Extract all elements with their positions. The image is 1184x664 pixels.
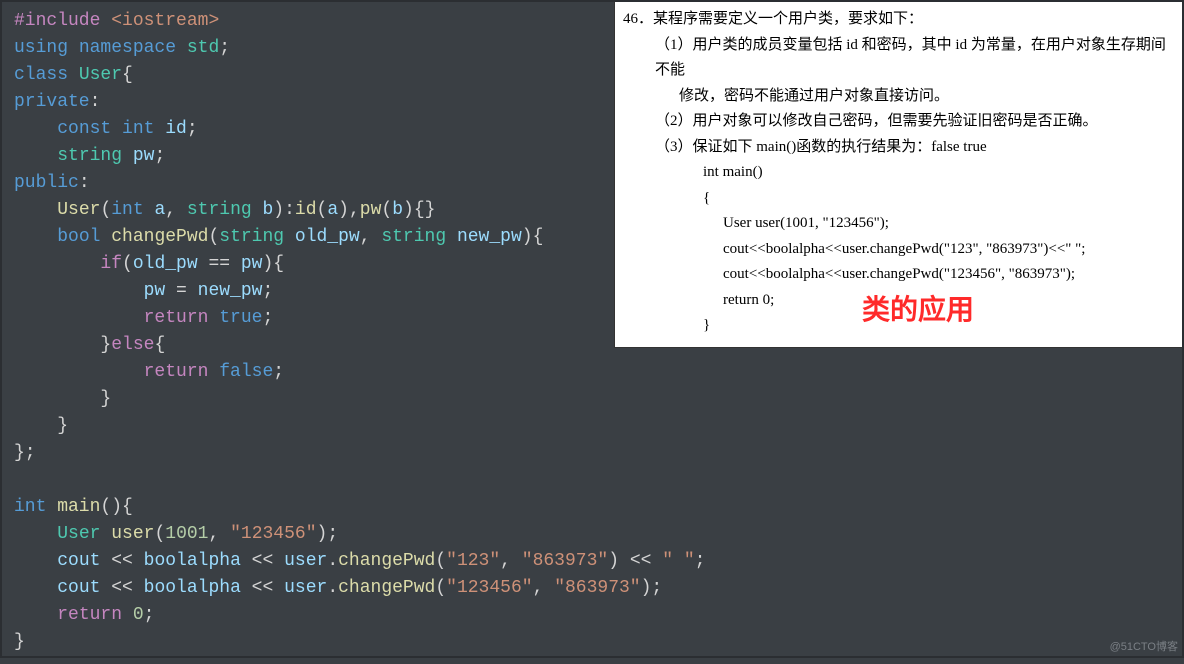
problem-code-line: cout<<boolalpha<<user.changePwd("123456"… [623,262,1175,288]
problem-title: 46．某程序需要定义一个用户类，要求如下： [623,7,1175,33]
problem-code-line: cout<<boolalpha<<user.changePwd("123", "… [623,237,1175,263]
problem-req-1a: （1）用户类的成员变量包括 id 和密码，其中 id 为常量，在用户对象生存期间… [623,33,1175,84]
problem-req-1b: 修改，密码不能通过用户对象直接访问。 [623,84,1175,110]
problem-req-3: （3）保证如下 main()函数的执行结果为：false true [623,135,1175,161]
problem-code-line: int main() [623,160,1175,186]
keyword-include: #include [14,11,100,31]
caption-text: 类的应用 [862,288,974,328]
problem-code-line: { [623,186,1175,212]
problem-code-line: User user(1001, "123456"); [623,211,1175,237]
watermark-text: @51CTO博客 [1110,638,1178,654]
problem-req-2: （2）用户对象可以修改自己密码，但需要先验证旧密码是否正确。 [623,109,1175,135]
